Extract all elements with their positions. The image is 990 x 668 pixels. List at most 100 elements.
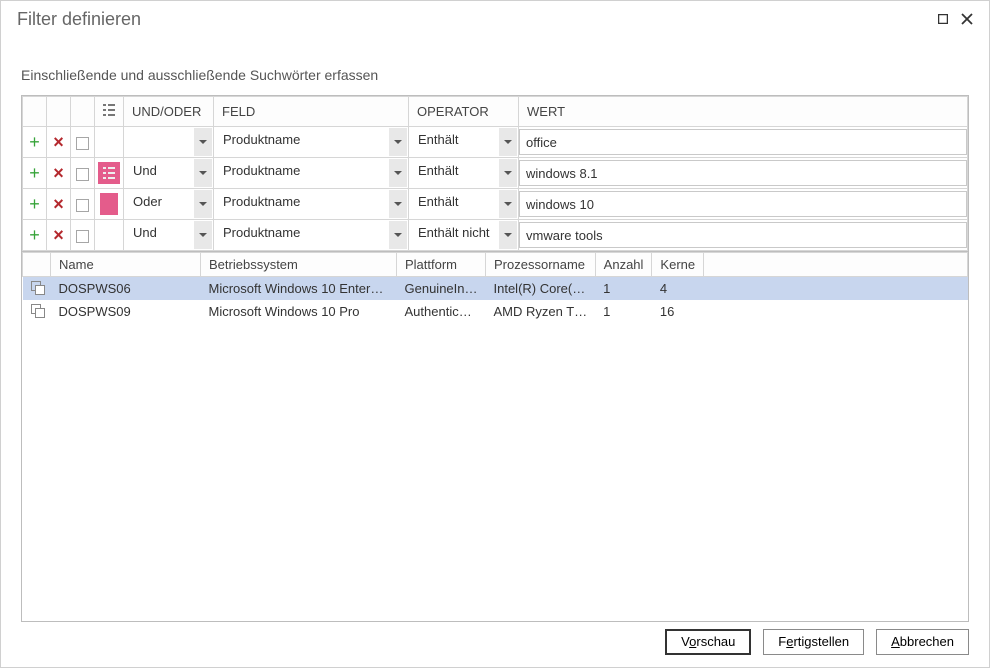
cell-platform: Authentic… [397,300,486,323]
chevron-down-icon[interactable] [194,159,212,187]
operator-value: Enthält [410,190,499,218]
cancel-button[interactable]: Abbrechen [876,629,969,655]
chevron-down-icon[interactable] [389,221,407,249]
results-header-os[interactable]: Betriebssystem [201,253,397,277]
group-indicator-cell [95,158,124,189]
cell-processor: Intel(R) Core(… [486,277,596,301]
cell-count: 1 [595,300,652,323]
delete-row-button[interactable]: × [53,194,64,214]
results-grid[interactable]: Name Betriebssystem Plattform Prozessorn… [21,252,969,622]
chevron-down-icon[interactable] [389,190,407,218]
row-checkbox[interactable] [76,168,89,181]
row-checkbox[interactable] [76,199,89,212]
chevron-down-icon[interactable] [499,128,517,156]
operator-dropdown[interactable]: Enthält [410,190,517,218]
chevron-down-icon[interactable] [194,221,212,249]
results-header-count[interactable]: Anzahl [595,253,652,277]
group-badge-icon [98,162,120,184]
cell-count: 1 [595,277,652,301]
filter-header-row: UND/ODER FELD OPERATOR WERT [23,97,968,127]
andor-value: Und [125,221,194,249]
operator-value: Enthält [410,128,499,156]
filter-header-operator[interactable]: OPERATOR [409,97,519,127]
results-header-name[interactable]: Name [51,253,201,277]
dialog-filter-definieren: Filter definieren Einschließende und aus… [0,0,990,668]
chevron-down-icon[interactable] [194,190,212,218]
filter-header-add [23,97,47,127]
results-row[interactable]: DOSPWS09Microsoft Windows 10 ProAuthenti… [23,300,968,323]
chevron-down-icon[interactable] [499,221,517,249]
row-checkbox[interactable] [76,137,89,150]
cell-name: DOSPWS09 [51,300,201,323]
add-row-button[interactable]: + [29,132,40,152]
add-row-button[interactable]: + [29,194,40,214]
group-indicator-cell [95,220,124,251]
add-row-button[interactable]: + [29,163,40,183]
close-button[interactable] [955,7,979,31]
filter-header-value[interactable]: WERT [519,97,968,127]
value-input[interactable] [519,222,967,248]
preview-button[interactable]: Vorschau [665,629,751,655]
chevron-down-icon[interactable] [389,128,407,156]
value-input[interactable] [519,129,967,155]
delete-row-button[interactable]: × [53,225,64,245]
chevron-down-icon[interactable] [194,128,212,156]
chevron-down-icon[interactable] [499,190,517,218]
results-header-spacer [704,253,968,277]
results-header-platform[interactable]: Plattform [397,253,486,277]
operator-dropdown[interactable]: Enthält [410,159,517,187]
field-dropdown[interactable]: Produktname [215,159,407,187]
list-icon [103,104,115,116]
filter-header-field[interactable]: FELD [214,97,409,127]
cell-os: Microsoft Windows 10 Enter… [201,277,397,301]
cell-spacer [704,300,968,323]
titlebar: Filter definieren [1,1,989,37]
filter-header-list [95,97,124,127]
row-checkbox[interactable] [76,230,89,243]
operator-dropdown[interactable]: Enthält [410,128,517,156]
field-value: Produktname [215,221,389,249]
andor-dropdown[interactable]: Und [125,159,212,187]
cell-processor: AMD Ryzen T… [486,300,596,323]
results-header-icon [23,253,51,277]
finish-button[interactable]: Fertigstellen [763,629,864,655]
field-dropdown[interactable]: Produktname [215,221,407,249]
field-value: Produktname [215,190,389,218]
andor-dropdown[interactable] [125,128,212,156]
results-header-processor[interactable]: Prozessorname [486,253,596,277]
results-header-row: Name Betriebssystem Plattform Prozessorn… [23,253,968,277]
filter-header-andor[interactable]: UND/ODER [124,97,214,127]
value-input[interactable] [519,191,967,217]
group-indicator-cell [95,189,124,220]
field-dropdown[interactable]: Produktname [215,128,407,156]
maximize-button[interactable] [931,7,955,31]
results-header-cores[interactable]: Kerne [652,253,704,277]
close-icon [961,13,973,25]
chevron-down-icon[interactable] [499,159,517,187]
cell-os: Microsoft Windows 10 Pro [201,300,397,323]
window-title: Filter definieren [11,9,931,30]
cell-name: DOSPWS06 [51,277,201,301]
field-value: Produktname [215,128,389,156]
maximize-icon [938,14,948,24]
cell-cores: 16 [652,300,704,323]
filter-header-del [47,97,71,127]
group-indicator-cell [95,127,124,158]
andor-value [125,128,194,156]
delete-row-button[interactable]: × [53,163,64,183]
andor-dropdown[interactable]: Und [125,221,212,249]
field-dropdown[interactable]: Produktname [215,190,407,218]
add-row-button[interactable]: + [29,225,40,245]
filter-header-chk [71,97,95,127]
operator-dropdown[interactable]: Enthält nicht [410,221,517,249]
value-input[interactable] [519,160,967,186]
filter-table: UND/ODER FELD OPERATOR WERT + × Produktnam… [21,95,969,252]
results-row[interactable]: DOSPWS06Microsoft Windows 10 Enter…Genui… [23,277,968,301]
filter-row: + × Und ProduktnameEnthält [23,158,968,189]
list-icon [103,167,115,179]
andor-dropdown[interactable]: Oder [125,190,212,218]
chevron-down-icon[interactable] [389,159,407,187]
andor-value: Und [125,159,194,187]
delete-row-button[interactable]: × [53,132,64,152]
dialog-subtitle: Einschließende und ausschließende Suchwö… [1,37,989,95]
